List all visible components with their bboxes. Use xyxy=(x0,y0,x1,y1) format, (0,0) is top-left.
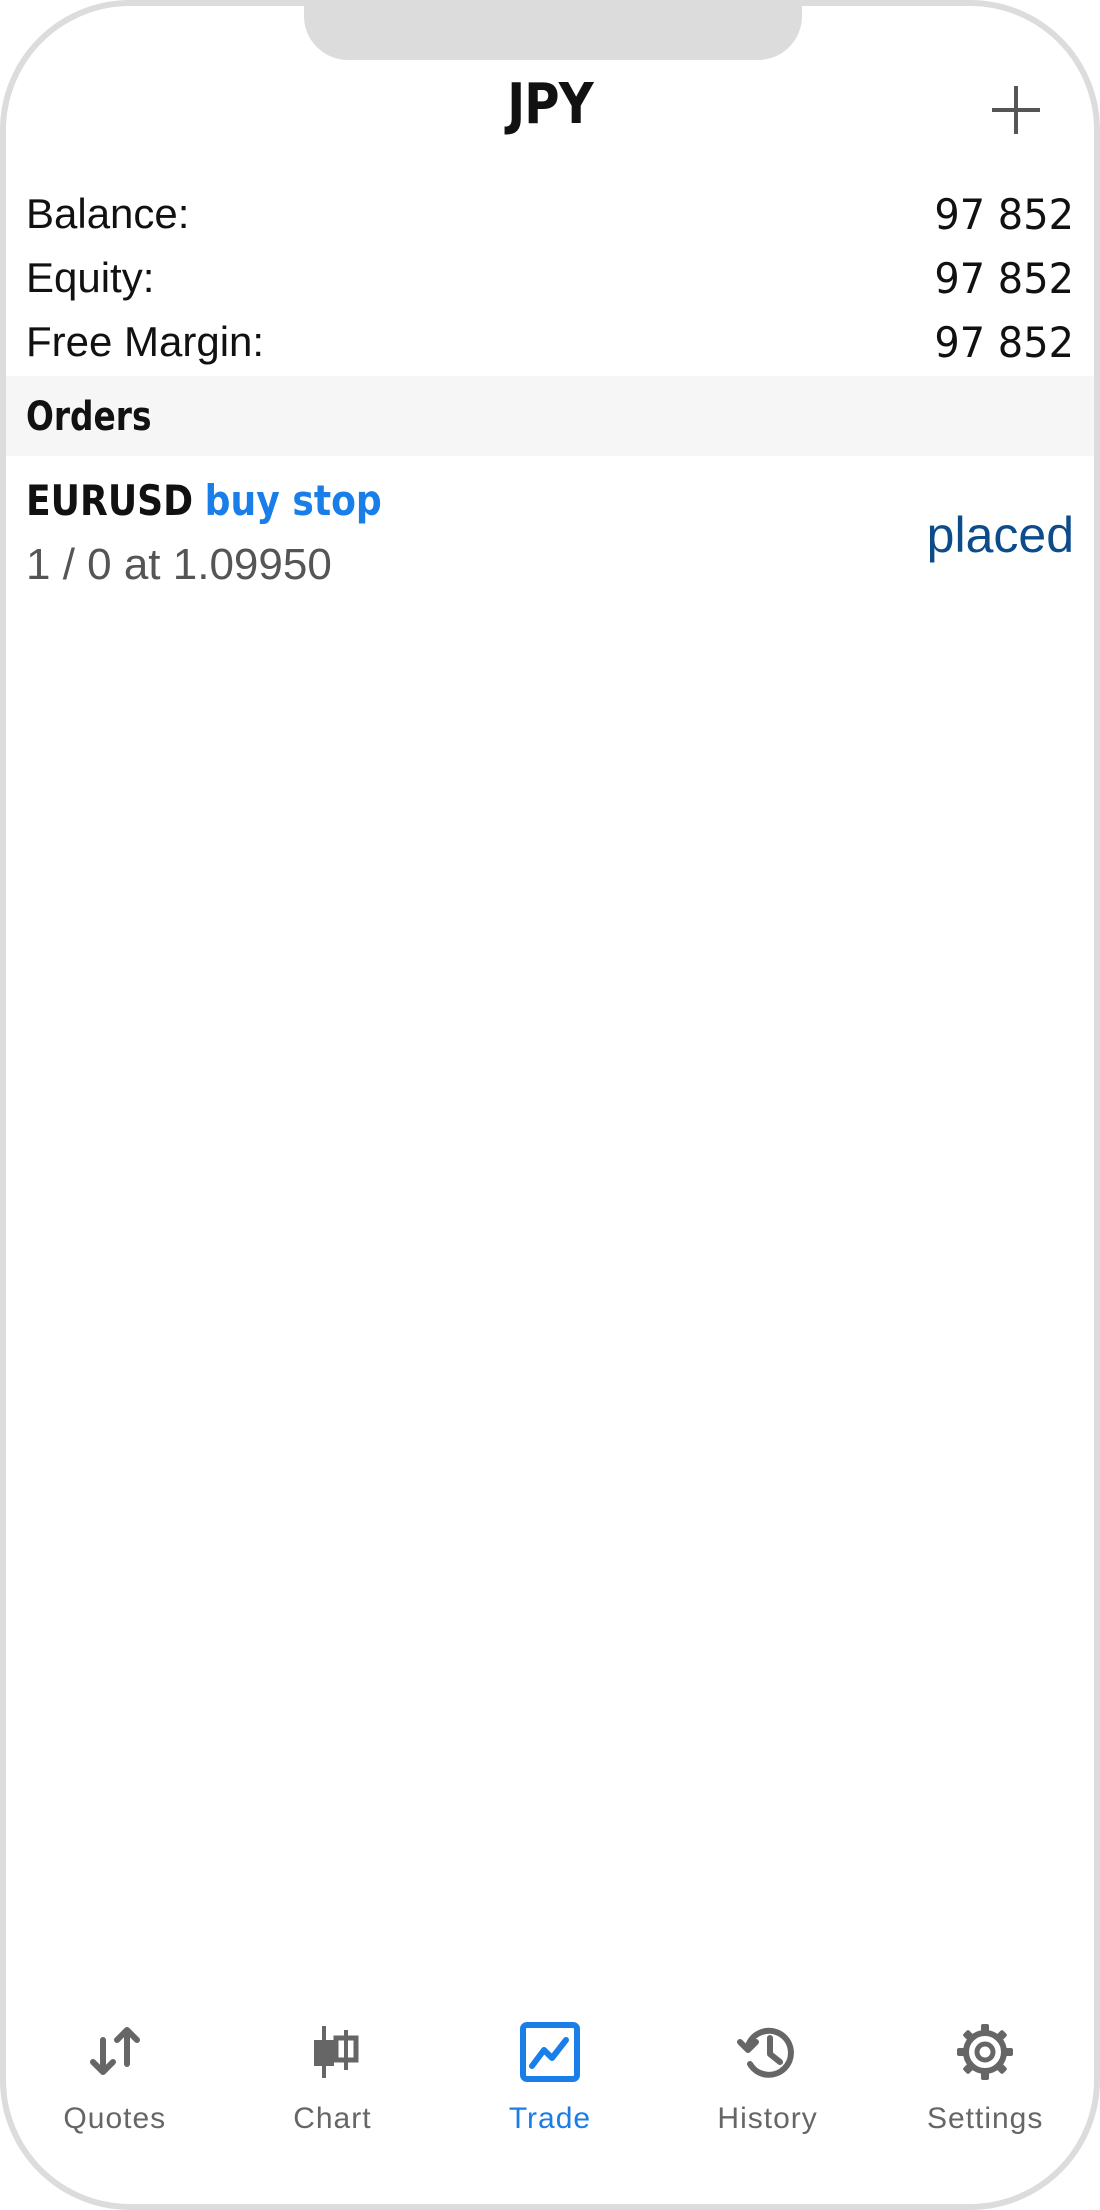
equity-row: Equity: 97 852 xyxy=(26,246,1074,310)
candlestick-chart-icon xyxy=(314,2026,359,2078)
orders-section-title: Orders xyxy=(26,394,152,440)
gear-icon xyxy=(957,2024,1014,2080)
order-title: EURUSD buy stop xyxy=(26,476,382,525)
order-status: placed xyxy=(926,507,1074,563)
order-row[interactable]: EURUSD buy stop 1 / 0 at 1.09950 placed xyxy=(6,466,1094,606)
free-margin-label: Free Margin: xyxy=(26,318,265,365)
order-type: buy stop xyxy=(204,476,382,525)
device-notch xyxy=(304,6,802,60)
tab-history-label: History xyxy=(717,2102,818,2135)
quotes-icon xyxy=(89,2027,140,2075)
tab-settings-label: Settings xyxy=(926,2102,1044,2135)
tab-settings[interactable]: Settings xyxy=(885,2020,1085,2150)
tab-trade[interactable]: Trade xyxy=(450,2020,650,2150)
equity-value: 97 852 xyxy=(934,253,1074,303)
add-order-icon[interactable] xyxy=(988,82,1044,138)
tab-quotes[interactable]: Quotes xyxy=(15,2020,215,2150)
free-margin-row: Free Margin: 97 852 xyxy=(26,310,1074,374)
free-margin-value: 97 852 xyxy=(934,317,1074,367)
order-details: 1 / 0 at 1.09950 xyxy=(26,540,332,589)
account-summary: Balance: 97 852 Equity: 97 852 Free Marg… xyxy=(26,182,1074,374)
history-clock-icon xyxy=(736,2027,794,2078)
tab-chart-label: Chart xyxy=(293,2102,372,2135)
balance-row: Balance: 97 852 xyxy=(26,182,1074,246)
equity-label: Equity: xyxy=(26,254,155,301)
order-symbol: EURUSD xyxy=(26,476,194,525)
tab-quotes-label: Quotes xyxy=(63,2102,167,2135)
trade-chart-icon xyxy=(519,2022,580,2082)
page-title: JPY xyxy=(507,72,593,137)
orders-section-header: Orders xyxy=(6,376,1094,456)
balance-label: Balance: xyxy=(26,190,190,237)
tab-history[interactable]: History xyxy=(668,2020,868,2150)
balance-value: 97 852 xyxy=(934,189,1074,239)
tab-chart[interactable]: Chart xyxy=(232,2020,432,2150)
tab-trade-label: Trade xyxy=(508,2102,592,2135)
bottom-tab-bar: Quotes Chart Trade History Settings xyxy=(6,2020,1094,2150)
phone-frame: JPY Balance: 97 852 Equity: 97 852 Free … xyxy=(0,0,1100,2210)
